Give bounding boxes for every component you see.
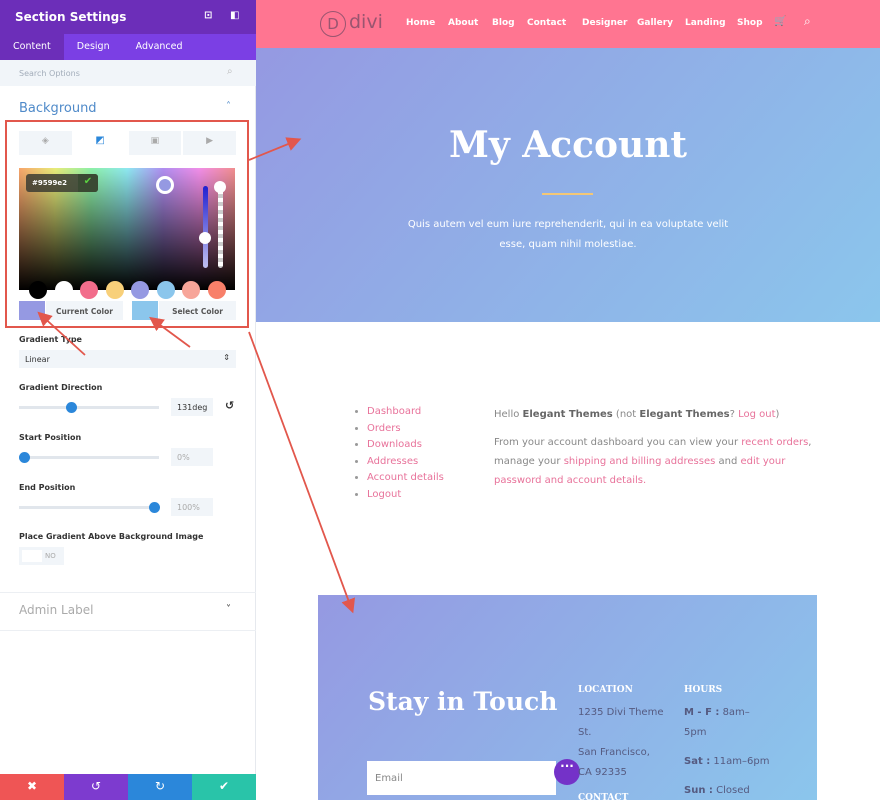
- arrow: [248, 331, 355, 614]
- arrow: [37, 311, 86, 356]
- arrow: [248, 137, 302, 161]
- arrow: [149, 316, 191, 348]
- annotation-arrows: [37, 137, 355, 614]
